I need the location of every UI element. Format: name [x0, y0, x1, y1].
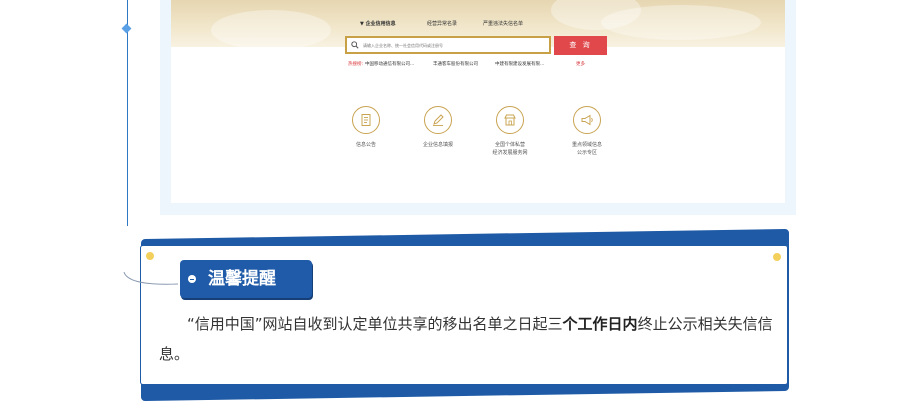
service-label: 全国个体私营 经济发展服务网	[492, 142, 528, 156]
decor-dot	[773, 253, 781, 261]
service-label: 信息公告	[355, 142, 376, 148]
reminder-title-badge: 温馨提醒	[180, 260, 312, 298]
document-icon	[361, 114, 371, 126]
hot-search-more-link[interactable]: 更多	[576, 61, 585, 67]
hot-search-item[interactable]: 中国移动通信有限公司...	[365, 61, 414, 67]
service-info-notice[interactable]: 信息公告	[326, 106, 406, 149]
service-private-economy[interactable]: 全国个体私营 经济发展服务网	[470, 106, 550, 157]
timeline-line	[127, 0, 128, 226]
tab-serious-violation[interactable]: 严重违法失信名单	[483, 20, 523, 27]
tab-abnormal-operation[interactable]: 经营异常名录	[427, 20, 457, 27]
search-box	[345, 36, 551, 54]
reminder-emphasis: 个工作日内	[562, 315, 638, 333]
megaphone-icon	[581, 114, 593, 126]
tab-enterprise-credit[interactable]: ▼ 企业信用信息	[360, 20, 396, 27]
shop-icon	[504, 114, 516, 126]
pen-icon	[433, 114, 444, 126]
timeline-dot	[121, 23, 132, 34]
service-enterprise-report[interactable]: 企业信息填报	[398, 106, 478, 149]
decor-dot	[146, 252, 154, 260]
hot-search-item[interactable]: 丰通客车股份有限公司	[433, 61, 478, 67]
hot-search-item[interactable]: 中建有限建设发展有限...	[495, 61, 544, 67]
reminder-title: 温馨提醒	[208, 269, 276, 289]
reminder-text: “信用中国”网站自收到认定单位共享的移出名单之日起三个工作日内终止公示相关失信信…	[159, 315, 773, 363]
service-label: 企业信息填报	[422, 142, 453, 148]
service-label: 重点领域信息 公示专区	[571, 142, 602, 156]
decor-curve	[123, 271, 179, 285]
hot-search-label: 热搜榜:	[348, 62, 364, 67]
search-input[interactable]	[363, 40, 543, 50]
service-key-area[interactable]: 重点领域信息 公示专区	[547, 106, 627, 157]
search-button[interactable]: 查 询	[554, 36, 607, 55]
minus-circle-icon	[188, 275, 196, 283]
search-icon	[351, 41, 359, 49]
